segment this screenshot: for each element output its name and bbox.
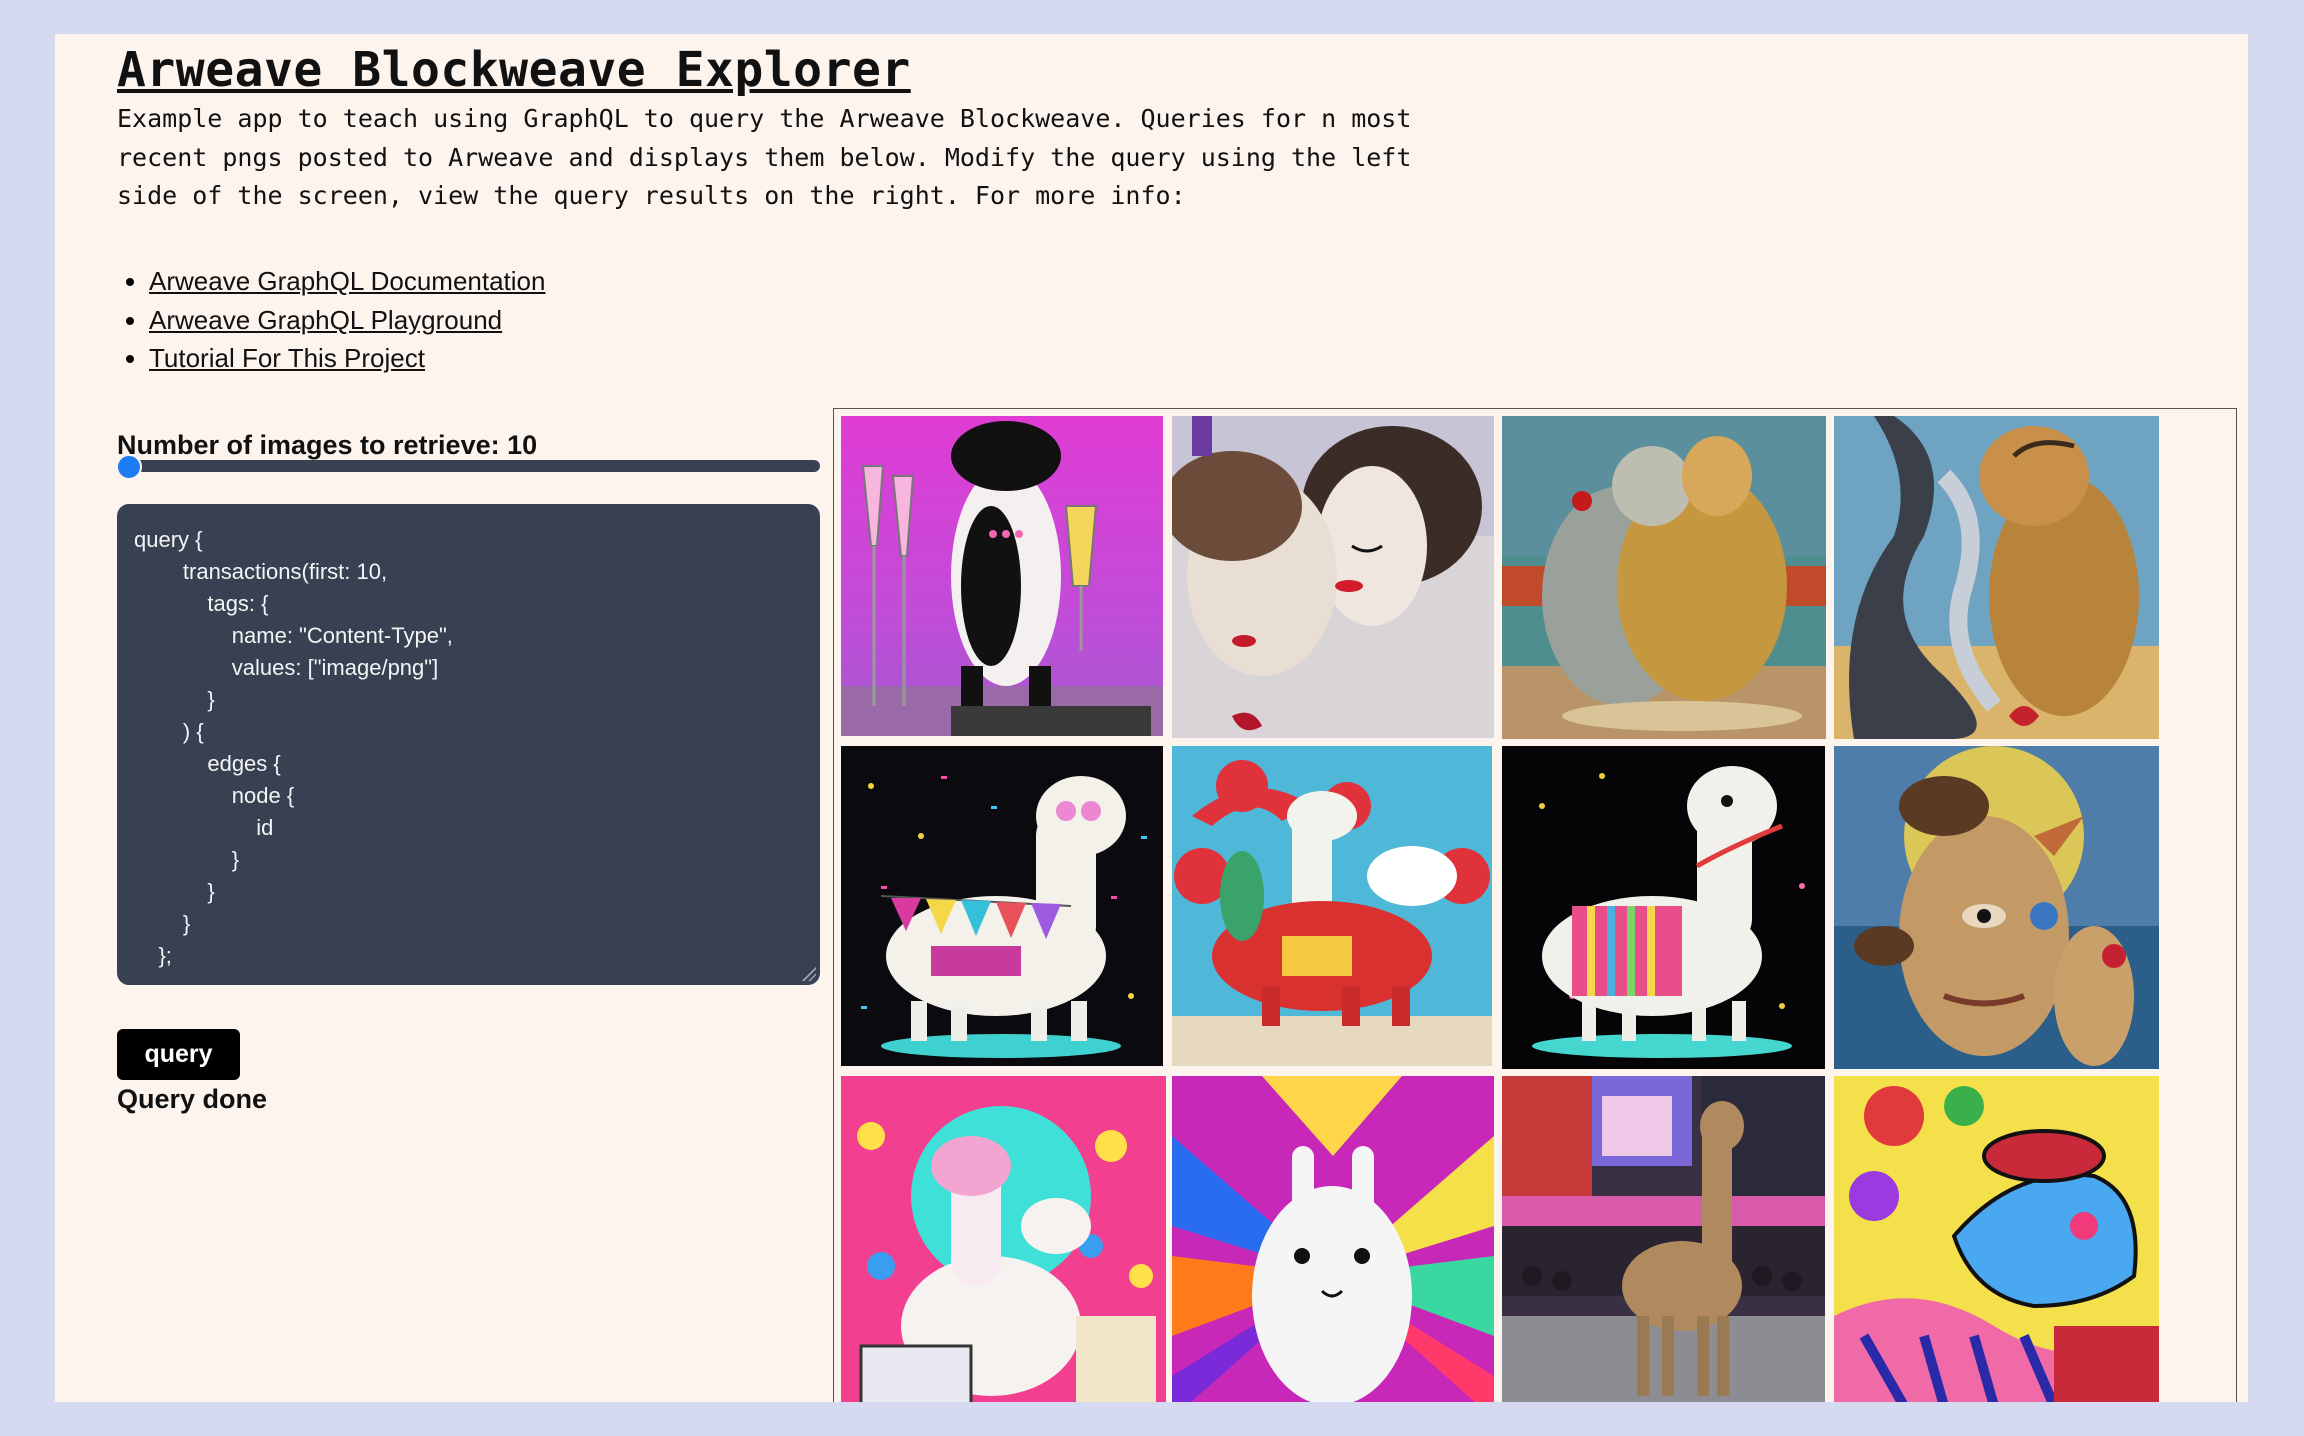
party-llama-banner-image [841, 746, 1163, 1066]
surreal-faces-kiss-image [1172, 416, 1494, 738]
surreal-melting-figures-image [1834, 416, 2159, 739]
llama-laptop-party-image [841, 1076, 1166, 1402]
graffiti-llama-image [1834, 1076, 2159, 1402]
link-item: Tutorial For This Project [149, 339, 545, 378]
query-line: } [134, 847, 240, 872]
query-line: query { [134, 527, 203, 552]
surreal-portrait-art [1834, 746, 2159, 1069]
page-title: Arweave Blockweave Explorer [117, 42, 911, 98]
query-line: } [134, 879, 215, 904]
query-line: values: ["image/png"] [134, 655, 439, 680]
page-description: Example app to teach using GraphQL to qu… [117, 104, 1412, 210]
query-line: edges { [134, 751, 281, 776]
times-square-llama-image [1502, 1076, 1825, 1402]
info-links: Arweave GraphQL Documentation Arweave Gr… [117, 262, 545, 378]
query-editor[interactable]: query { transactions(first: 10, tags: { … [117, 504, 820, 985]
surreal-couple-art [1502, 416, 1826, 739]
image-count-slider[interactable] [117, 460, 820, 472]
resize-handle-icon[interactable] [802, 967, 816, 981]
party-llama-art [841, 746, 1163, 1066]
query-line: } [134, 911, 191, 936]
query-status: Query done [117, 1084, 268, 1114]
llama-night-art [1502, 746, 1825, 1069]
laptop-llama-art [841, 1076, 1166, 1402]
tutorial-link[interactable]: Tutorial For This Project [149, 343, 425, 373]
image-count-label: Number of images to retrieve: 10 [117, 430, 538, 460]
llama-champagne-image [841, 416, 1163, 736]
image-gallery [833, 408, 2237, 1402]
surreal-faces-art [1172, 416, 1494, 738]
surreal-couple-image [1502, 416, 1826, 739]
graffiti-llama-art [1834, 1076, 2159, 1402]
query-line: ) { [134, 719, 204, 744]
lunar-new-year-llama-image [1172, 746, 1492, 1066]
query-line: }; [134, 943, 172, 968]
link-item: Arweave GraphQL Documentation [149, 262, 545, 301]
query-line: tags: { [134, 591, 269, 616]
query-line: name: "Content-Type", [134, 623, 453, 648]
query-button[interactable]: query [117, 1029, 240, 1080]
graphql-playground-link[interactable]: Arweave GraphQL Playground [149, 305, 502, 335]
query-line: } [134, 687, 215, 712]
link-item: Arweave GraphQL Playground [149, 301, 545, 340]
query-line: node { [134, 783, 295, 808]
times-square-art [1502, 1076, 1825, 1402]
psychedelic-llama-art [1172, 1076, 1494, 1402]
psychedelic-llama-image [1172, 1076, 1494, 1402]
slider-thumb[interactable] [116, 454, 142, 480]
query-line: transactions(first: 10, [134, 559, 388, 584]
surreal-portrait-image [1834, 746, 2159, 1069]
page-container: Arweave Blockweave Explorer Example app … [55, 34, 2248, 1402]
graphql-docs-link[interactable]: Arweave GraphQL Documentation [149, 266, 545, 296]
llama-champagne-art [841, 416, 1163, 736]
surreal-melting-art [1834, 416, 2159, 739]
query-line: id [134, 815, 274, 840]
llama-confetti-night-image [1502, 746, 1825, 1069]
query-text: query { transactions(first: 10, tags: { … [134, 524, 820, 972]
lunar-llama-art [1172, 746, 1492, 1066]
